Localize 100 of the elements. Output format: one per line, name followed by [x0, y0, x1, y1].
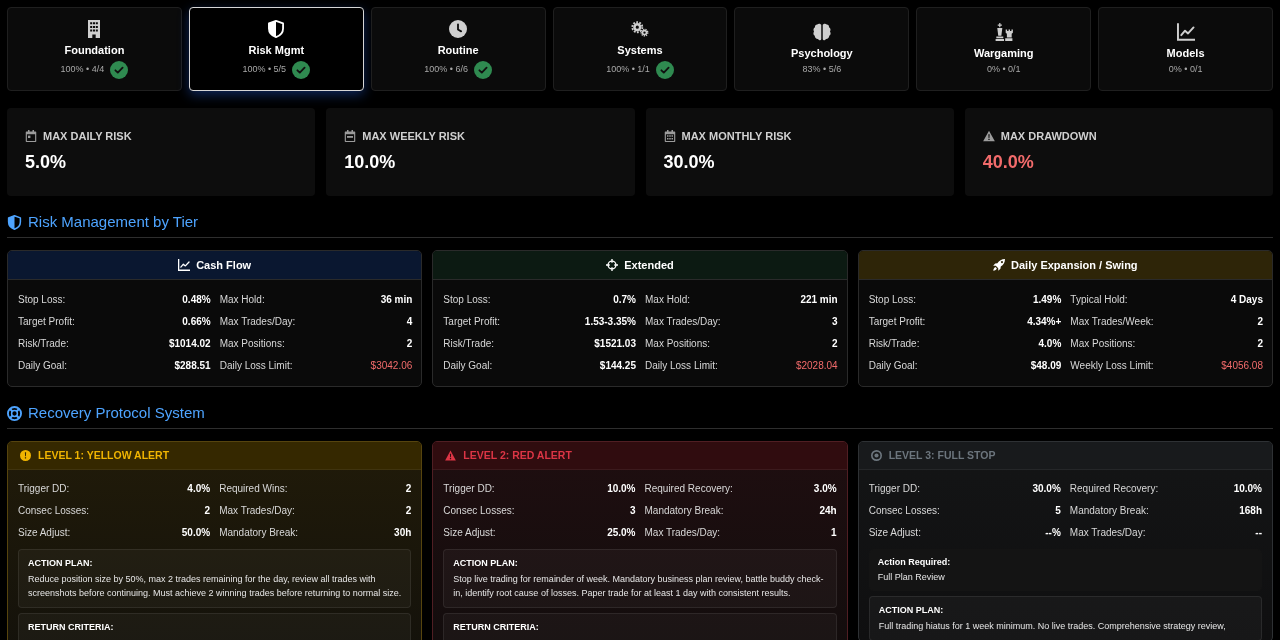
clock-icon [449, 19, 468, 38]
field-value: $48.09 [1030, 360, 1062, 372]
stat-value: 40.0% [982, 151, 1035, 173]
field-label: Max Positions: [645, 338, 710, 350]
panel-heading: ACTION PLAN: [28, 557, 94, 569]
line-chart-icon [1176, 23, 1195, 41]
field-label: Risk/Trade: [868, 338, 920, 350]
field-value: $1014.02 [168, 338, 211, 350]
field-label: Required Recovery: [644, 483, 733, 495]
calendar-icon [344, 130, 357, 142]
module-tab[interactable]: Foundation 100% • 4/4 [7, 7, 182, 91]
field-label: Daily Loss Limit: [645, 360, 718, 372]
field-value: 2 [204, 505, 211, 517]
rocket-icon [993, 259, 1006, 271]
field-value: 3 [629, 505, 636, 517]
field-label: Consec Losses: [443, 505, 515, 517]
field-value: $4056.08 [1221, 360, 1263, 372]
field-label: Risk/Trade: [443, 338, 495, 350]
field-value: 2 [406, 338, 413, 350]
field-value: $288.51 [174, 360, 211, 372]
field-value: $3042.06 [370, 360, 413, 372]
module-tab[interactable]: Risk Mgmt 100% • 5/5 [188, 7, 364, 91]
field-label: Required Recovery: [1069, 483, 1159, 495]
section-title: Risk Management by Tier [28, 212, 199, 232]
field-value: 3 [832, 316, 838, 328]
field-value: 4.0% [187, 483, 211, 495]
field-value: 1 [831, 527, 837, 539]
crosshair-icon [606, 259, 619, 271]
section-title: Recovery Protocol System [28, 403, 205, 423]
module-tab[interactable]: Models 0% • 0/1 [1098, 7, 1273, 91]
field-label: Mandatory Break: [644, 505, 724, 517]
shield-icon [7, 214, 22, 230]
field-value: 36 min [380, 294, 413, 306]
shield-icon [267, 19, 286, 38]
field-label: Mandatory Break: [1069, 505, 1149, 517]
field-label: Daily Goal: [868, 360, 918, 372]
field-label: Max Positions: [1070, 338, 1136, 350]
field-label: Max Trades/Week: [1070, 316, 1154, 328]
field-label: Max Trades/Day: [644, 527, 721, 539]
calendar-icon [663, 130, 676, 142]
module-tab[interactable]: Systems 100% • 1/1 [552, 7, 728, 91]
field-value: 0.66% [182, 316, 211, 328]
gears-icon [631, 19, 649, 38]
alert-level-title: LEVEL 2: RED ALERT [463, 449, 572, 462]
field-label: Trigger DD: [443, 483, 495, 495]
field-label: Trigger DD: [868, 483, 920, 495]
field-label: Max Trades/Day: [219, 505, 295, 517]
panel-heading: Action Required: [877, 556, 952, 568]
panel-heading: ACTION PLAN: [453, 557, 519, 569]
field-value: 4.34%+ [1027, 316, 1062, 328]
field-label: Size Adjust: [18, 527, 71, 539]
circle-dot-icon [870, 450, 882, 461]
field-value: 0.7% [613, 294, 636, 306]
life-ring-icon [7, 405, 22, 421]
field-label: Daily Loss Limit: [219, 360, 293, 372]
stat-label: MAX DRAWDOWN [1000, 129, 1097, 143]
card-title: Daily Expansion / Swing [1011, 258, 1138, 272]
field-label: Weekly Loss Limit: [1070, 360, 1154, 372]
module-tab[interactable]: Wargaming 0% • 0/1 [916, 7, 1092, 91]
stat-value: 5.0% [25, 151, 68, 173]
field-value: 30.0% [1032, 483, 1061, 495]
alert-level-title: LEVEL 1: YELLOW ALERT [38, 449, 170, 462]
field-label: Target Profit: [443, 316, 501, 328]
field-value: --% [1045, 527, 1061, 539]
field-label: Size Adjust: [868, 527, 921, 539]
field-label: Typical Hold: [1070, 294, 1128, 306]
field-label: Max Trades/Day: [1069, 527, 1146, 539]
chess-pieces-icon [994, 23, 1013, 41]
panel-heading: RETURN CRITERIA: [28, 621, 115, 633]
module-tab[interactable]: Routine 100% • 6/6 [370, 7, 546, 91]
field-value: 221 min [800, 294, 838, 306]
field-label: Consec Losses: [18, 505, 90, 517]
field-value: 4 [406, 316, 413, 328]
panel-text: Stop live trading for remainder of week. Mandatory business plan review, battle buddy check-in, identify root cause of losses. Paper trade for at least 1 day with consistent results. [453, 573, 825, 600]
field-label: Stop Loss: [18, 294, 66, 306]
card-title: Extended [624, 258, 674, 272]
field-label: Stop Loss: [443, 294, 491, 306]
stat-label: MAX MONTHLY RISK [681, 129, 792, 143]
field-label: Required Wins: [219, 483, 288, 495]
module-tab[interactable]: Psychology 83% • 5/6 [734, 7, 910, 91]
field-value: 2 [1257, 338, 1263, 350]
field-value: 2 [832, 338, 838, 350]
panel-text: Full Plan Review [877, 571, 946, 584]
field-label: Trigger DD: [18, 483, 70, 495]
field-value: 3.0% [813, 483, 837, 495]
panel-text: Reduce position size by 50%, max 2 trades remaining for the day, review all trades with screenshots before continuing. Must achieve 2 winning trades before returning to normal size. [28, 573, 402, 600]
panel-heading: ACTION PLAN: [878, 604, 945, 616]
line-chart-icon [178, 259, 191, 271]
field-label: Risk/Trade: [18, 338, 69, 350]
field-value: $144.25 [599, 360, 636, 372]
field-value: 0.48% [182, 294, 211, 306]
field-value: -- [1255, 527, 1262, 539]
field-label: Target Profit: [868, 316, 926, 328]
field-value: 2 [1257, 316, 1263, 328]
brain-icon [812, 23, 831, 41]
field-label: Mandatory Break: [219, 527, 299, 539]
field-value: 1.53-3.35% [584, 316, 636, 328]
field-value: 2 [405, 483, 412, 495]
field-value: $2028.04 [795, 360, 838, 372]
field-label: Max Trades/Day: [645, 316, 721, 328]
